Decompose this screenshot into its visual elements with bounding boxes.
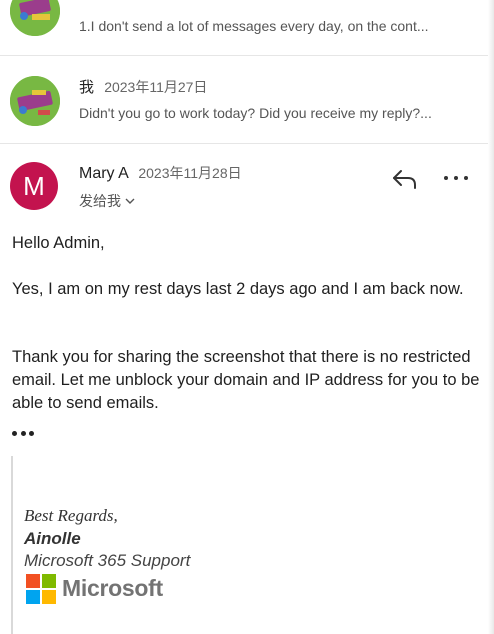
signature-role: Microsoft 365 Support [24,551,191,570]
quote-bar [11,456,13,634]
thread-item[interactable]: 1.I don't send a lot of messages every d… [0,0,494,56]
message-date: 2023年11月28日 [138,165,242,181]
microsoft-logo-icon [26,574,56,604]
signature-regards: Best Regards, [24,506,118,525]
message-paragraph: Thank you for sharing the screenshot tha… [12,348,480,412]
recipient-label: 发给我 [79,193,121,209]
avatar-image-icon [10,0,60,36]
thread-sender: 我 [79,79,95,96]
sender-name[interactable]: Mary A [79,165,128,182]
reply-button[interactable] [392,168,418,190]
avatar [10,76,60,126]
more-options-button[interactable] [444,170,468,186]
message-header: M Mary A 2023年11月28日 发给我 [0,150,494,216]
thread-sender-line: 我 2023年11月27日 [79,76,207,97]
avatar-image-icon [10,76,60,126]
logo-square [42,590,56,604]
message-paragraph: Yes, I am on my rest days last 2 days ag… [12,280,464,298]
logo-square [26,574,40,588]
message-paragraph: Hello Admin, [12,234,105,252]
chevron-down-icon [125,198,135,204]
more-horizontal-icon [444,176,448,180]
signature-name: Ainolle [24,529,81,548]
thread-item[interactable]: 我 2023年11月27日 Didn't you go to work toda… [0,56,494,144]
recipient-toggle[interactable]: 发给我 [79,191,135,211]
microsoft-logo-text: Microsoft [62,575,163,601]
scroll-edge [488,0,494,634]
avatar[interactable]: M [10,162,58,210]
reply-arrow-icon [393,170,416,189]
more-horizontal-icon [12,430,17,436]
avatar [10,0,60,36]
sender-line: Mary A 2023年11月28日 [79,163,242,183]
logo-square [26,590,40,604]
logo-square [42,574,56,588]
show-quoted-text-button[interactable] [12,428,34,438]
thread-snippet: Didn't you go to work today? Did you rec… [79,105,432,121]
thread-snippet: 1.I don't send a lot of messages every d… [79,18,429,34]
thread-date: 2023年11月27日 [104,79,208,95]
